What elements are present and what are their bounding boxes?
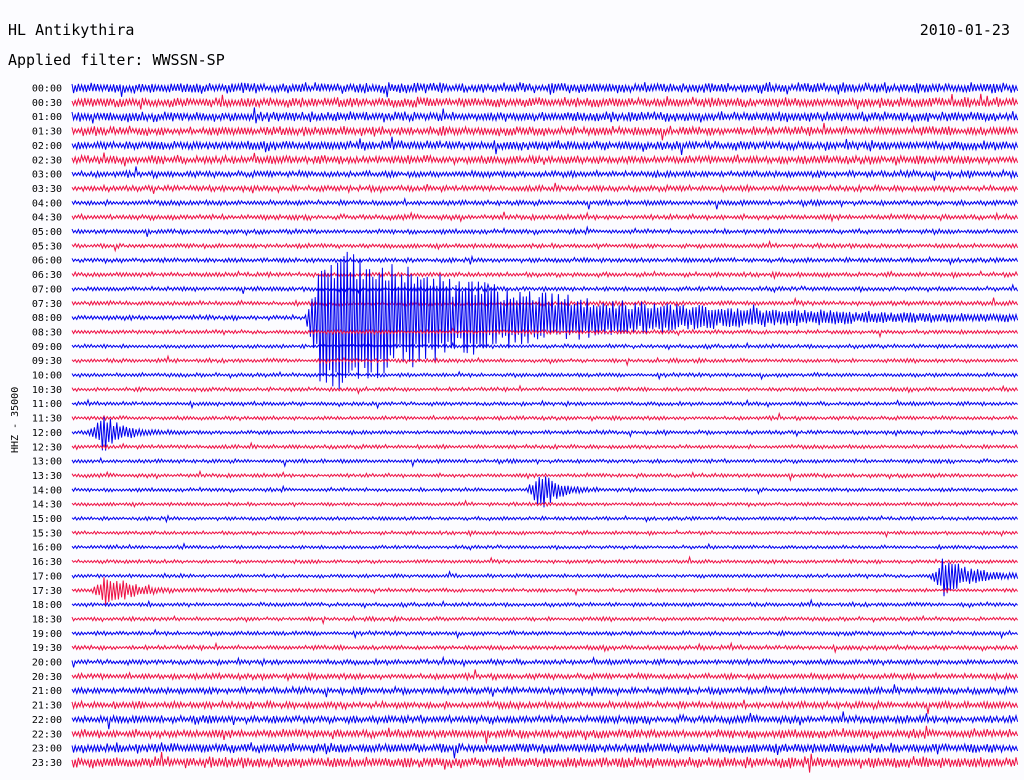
trace-row-1830 <box>71 614 1019 626</box>
trace-row-0930 <box>71 354 1019 367</box>
trace-row-1330 <box>71 469 1018 482</box>
row-time-label: 08:30 <box>32 327 62 338</box>
row-time-label: 11:30 <box>32 414 62 425</box>
trace-row-0530 <box>71 239 1019 253</box>
trace-row-1200 <box>71 416 1019 451</box>
row-time-label: 20:30 <box>32 672 62 683</box>
trace-row-1430 <box>71 499 1018 508</box>
row-time-label: 02:00 <box>32 141 62 152</box>
trace-row-2100 <box>71 684 1019 698</box>
row-time-label: 12:00 <box>32 428 62 439</box>
row-time-label: 09:30 <box>32 356 62 367</box>
row-time-label: 16:30 <box>32 557 62 568</box>
trace-row-1530 <box>71 529 1019 539</box>
row-time-label: 11:00 <box>32 399 62 410</box>
trace-row-0400 <box>71 197 1019 210</box>
trace-row-0000 <box>71 81 1019 98</box>
row-time-label: 04:00 <box>32 198 62 209</box>
row-time-label: 21:00 <box>32 686 62 697</box>
trace-row-2230 <box>71 725 1019 744</box>
trace-row-0900 <box>71 341 1019 351</box>
trace-row-2030 <box>71 669 1019 683</box>
row-time-label: 02:30 <box>32 155 62 166</box>
trace-row-0430 <box>71 211 1019 223</box>
trace-row-2000 <box>71 655 1019 668</box>
trace-row-0630 <box>71 269 1019 281</box>
trace-row-1030 <box>71 384 1019 395</box>
trace-row-1400 <box>71 476 1018 508</box>
row-time-label: 00:00 <box>32 84 62 95</box>
trace-row-0230 <box>71 152 1019 167</box>
trace-row-0030 <box>71 93 1019 110</box>
trace-row-0200 <box>71 136 1019 155</box>
trace-row-1600 <box>71 542 1019 551</box>
row-time-label: 10:00 <box>32 371 62 382</box>
trace-row-0500 <box>71 225 1019 237</box>
row-time-label: 09:00 <box>32 342 62 353</box>
row-time-label: 07:00 <box>32 284 62 295</box>
row-time-label: 04:30 <box>32 213 62 224</box>
trace-row-0330 <box>71 182 1019 195</box>
row-time-label: 23:30 <box>32 758 62 769</box>
trace-row-0800 <box>71 251 1019 390</box>
row-time-label: 01:30 <box>32 127 62 138</box>
row-time-label: 22:30 <box>32 729 62 740</box>
trace-row-2330 <box>71 752 1019 773</box>
row-time-label: 10:30 <box>32 385 62 396</box>
row-time-label: 19:00 <box>32 629 62 640</box>
row-time-label: 05:30 <box>32 241 62 252</box>
row-time-label: 17:00 <box>32 571 62 582</box>
trace-row-2200 <box>71 711 1019 730</box>
trace-rows <box>71 81 1019 773</box>
row-time-label: 03:30 <box>32 184 62 195</box>
row-time-label: 23:00 <box>32 744 62 755</box>
row-time-label: 05:00 <box>32 227 62 238</box>
trace-row-1730 <box>71 577 1019 605</box>
row-time-label: 14:00 <box>32 485 62 496</box>
trace-row-1500 <box>71 514 1019 524</box>
row-time-label: 22:00 <box>32 715 62 726</box>
trace-row-2300 <box>71 742 1019 759</box>
trace-row-0100 <box>71 107 1019 124</box>
row-time-label: 13:30 <box>32 471 62 482</box>
row-time-label: 20:00 <box>32 658 62 669</box>
trace-row-0130 <box>71 122 1019 141</box>
trace-row-0830 <box>71 327 1019 339</box>
trace-row-1900 <box>71 628 1018 640</box>
row-time-label: 07:30 <box>32 299 62 310</box>
helicorder-plot: 00:00 00:30 01:00 01:30 02:00 02:30 03:00 03:30… <box>32 81 1019 773</box>
row-time-label: 12:30 <box>32 442 62 453</box>
trace-row-1230 <box>71 441 1019 451</box>
row-time-label: 17:30 <box>32 586 62 597</box>
row-time-label: 13:00 <box>32 457 62 468</box>
trace-row-1000 <box>71 370 1019 381</box>
row-time-label: 01:00 <box>32 112 62 123</box>
trace-row-0700 <box>71 282 1019 295</box>
row-time-label: 14:30 <box>32 500 62 511</box>
row-time-label: 18:30 <box>32 614 62 625</box>
trace-row-1100 <box>71 398 1018 410</box>
trace-row-1300 <box>71 456 1018 468</box>
row-time-label: 06:30 <box>32 270 62 281</box>
row-time-label: 19:30 <box>32 643 62 654</box>
row-time-label: 03:00 <box>32 170 62 181</box>
trace-row-1930 <box>71 641 1019 654</box>
time-tick-labels: 00:00 00:30 01:00 01:30 02:00 02:30 03:00 03:30… <box>32 84 62 769</box>
trace-row-0600 <box>71 254 1019 266</box>
row-time-label: 21:30 <box>32 701 62 712</box>
row-time-label: 15:30 <box>32 528 62 539</box>
trace-row-2130 <box>71 699 1019 715</box>
row-time-label: 00:30 <box>32 98 62 109</box>
row-time-label: 15:00 <box>32 514 62 525</box>
row-time-label: 08:00 <box>32 313 62 324</box>
trace-row-1130 <box>71 411 1018 423</box>
trace-row-1800 <box>71 598 1018 609</box>
row-time-label: 16:00 <box>32 543 62 554</box>
trace-row-1630 <box>71 555 1018 565</box>
trace-row-0300 <box>71 166 1019 181</box>
row-time-label: 18:00 <box>32 600 62 611</box>
row-time-label: 06:00 <box>32 256 62 267</box>
